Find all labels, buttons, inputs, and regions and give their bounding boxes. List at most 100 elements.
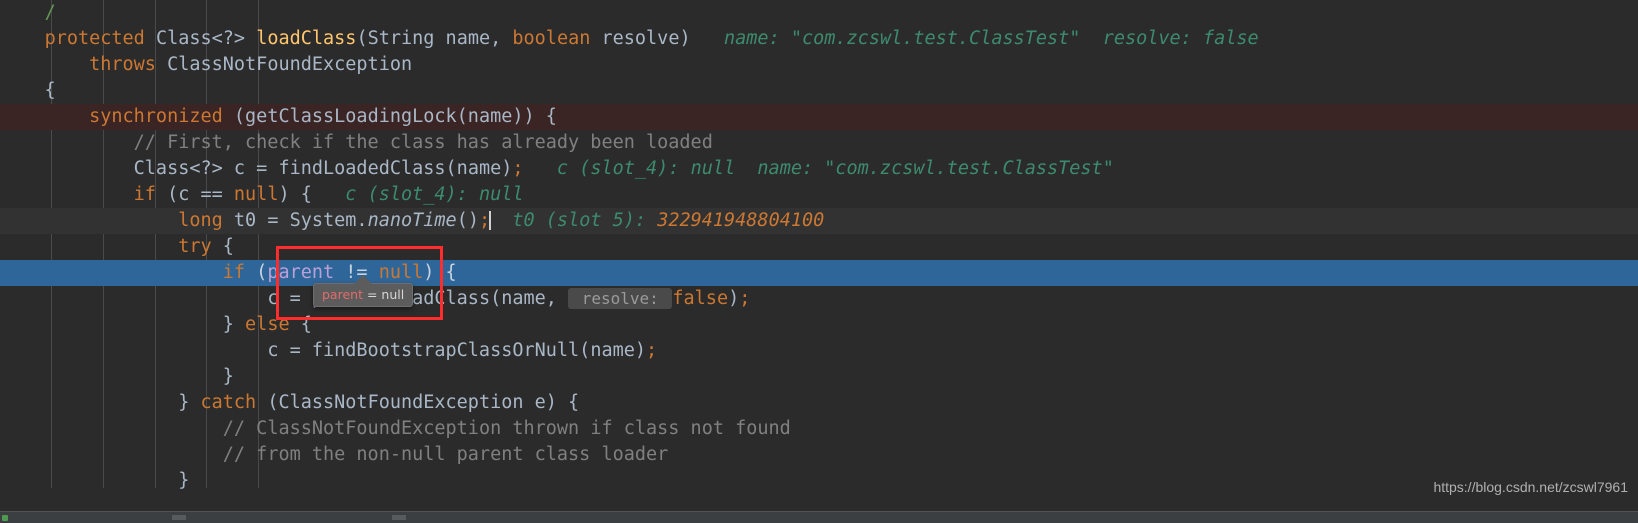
- code-token-punc: [0, 2, 45, 23]
- code-token-punc: [0, 106, 89, 127]
- code-token-punc: [0, 132, 134, 153]
- code-token-punc: [245, 28, 256, 49]
- code-token-italicm: nanoTime: [367, 210, 457, 231]
- code-token-punc: (): [456, 210, 479, 231]
- code-token-punc: (: [356, 28, 368, 49]
- code-line-text: } catch (ClassNotFoundException e) {: [0, 392, 579, 413]
- code-line-text: synchronized (getClassLoadingLock(name))…: [0, 106, 557, 127]
- code-line-text: c = findBootstrapClassOrNull(name);: [0, 340, 657, 361]
- code-line[interactable]: // ClassNotFoundException thrown if clas…: [0, 416, 1638, 442]
- code-line[interactable]: // First, check if the class has already…: [0, 130, 1638, 156]
- code-token-punc: {: [0, 80, 56, 101]
- code-token-kw: if: [222, 262, 246, 283]
- code-token-punc: (: [222, 106, 246, 127]
- code-token-kw: synchronized: [89, 106, 223, 127]
- code-line-text: // from the non-null parent class loader: [0, 444, 669, 465]
- tooltip-value: null: [381, 287, 405, 302]
- code-token-punc: {: [211, 236, 234, 257]
- code-line-text: long t0 = System.nanoTime(); t0 (slot 5)…: [0, 210, 824, 231]
- code-token-punc: [0, 210, 178, 231]
- code-line-text: if (parent != null) {: [0, 262, 457, 283]
- code-line[interactable]: }: [0, 468, 1638, 494]
- code-token-cmt: // First, check if the class has already…: [133, 132, 713, 153]
- code-token-hint: c (slot_4): null name: "com.zcswl.test.C…: [523, 158, 1114, 179]
- code-line[interactable]: } else {: [0, 312, 1638, 338]
- code-line-text: if (c == null) { c (slot_4): null: [0, 184, 524, 205]
- code-token-kw: null: [233, 184, 279, 205]
- code-token-kw: else: [245, 314, 290, 335]
- code-token-kw: false: [672, 288, 729, 309]
- code-token-punc: name,: [434, 28, 513, 49]
- code-editor[interactable]: / protected Class<?> loadClass(String na…: [0, 0, 1638, 523]
- code-line[interactable]: }: [0, 364, 1638, 390]
- code-token-doc: /: [44, 2, 56, 23]
- code-line[interactable]: try {: [0, 234, 1638, 260]
- code-line-text: // First, check if the class has already…: [0, 132, 713, 153]
- code-token-punc: (c ==: [155, 184, 234, 205]
- code-line[interactable]: {: [0, 78, 1638, 104]
- code-token-kw: protected: [44, 28, 145, 49]
- code-token-punc: c =: [222, 158, 279, 179]
- code-token-punc: [0, 262, 223, 283]
- code-line[interactable]: Class<?> c = findLoadedClass(name); c (s…: [0, 156, 1638, 182]
- code-line-text: throws ClassNotFoundException: [0, 54, 412, 75]
- code-line[interactable]: if (parent != null) {: [0, 260, 1638, 286]
- code-token-kw: catch: [200, 392, 257, 413]
- code-token-punc: [0, 418, 223, 439]
- code-lines[interactable]: / protected Class<?> loadClass(String na…: [0, 0, 1638, 523]
- code-token-punc: c = findBootstrapClassOrNull(name): [267, 340, 647, 361]
- tooltip-arrow-icon: [354, 275, 372, 284]
- code-line[interactable]: throws ClassNotFoundException: [0, 52, 1638, 78]
- code-token-kw: if: [133, 184, 156, 205]
- code-line-text: }: [0, 366, 234, 387]
- code-token-kw: try: [178, 236, 212, 257]
- code-line[interactable]: } catch (ClassNotFoundException e) {: [0, 390, 1638, 416]
- code-token-punc: [0, 236, 178, 257]
- code-token-punc: [145, 28, 156, 49]
- code-token-punc: ) {: [278, 184, 312, 205]
- code-token-punc: }: [0, 366, 234, 387]
- code-token-cmt: // ClassNotFoundException thrown if clas…: [222, 418, 791, 439]
- code-token-kw: boolean: [512, 28, 591, 49]
- code-token-hint: name: "com.zcswl.test.ClassTest" resolve…: [690, 28, 1259, 49]
- code-token-punc: t0 = System.: [222, 210, 368, 231]
- code-token-punc: ): [728, 288, 740, 309]
- code-line-text: protected Class<?> loadClass(String name…: [0, 28, 1259, 49]
- code-line[interactable]: protected Class<?> loadClass(String name…: [0, 26, 1638, 52]
- code-line-text: /: [0, 2, 56, 23]
- code-token-punc: (ClassNotFoundException e) {: [256, 392, 580, 413]
- code-line[interactable]: synchronized (getClassLoadingLock(name))…: [0, 104, 1638, 130]
- code-token-punc: [0, 288, 267, 309]
- status-indicator-icon: [2, 515, 8, 521]
- code-token-semi: ;: [739, 288, 751, 309]
- code-token-field: parent: [267, 262, 335, 283]
- code-line[interactable]: long t0 = System.nanoTime(); t0 (slot 5)…: [0, 208, 1638, 234]
- tooltip-variable-name: parent: [322, 287, 363, 302]
- code-token-kw: null: [378, 262, 424, 283]
- code-token-punc: (: [245, 262, 268, 283]
- code-token-kw: long: [178, 210, 223, 231]
- code-line[interactable]: c = findBootstrapClassOrNull(name);: [0, 338, 1638, 364]
- code-token-hintnum: 322941948804100: [657, 210, 825, 231]
- code-token-chip: resolve:: [568, 288, 673, 309]
- code-line[interactable]: c = parent.loadClass(name, resolve: fals…: [0, 286, 1638, 312]
- status-bar[interactable]: [0, 511, 1638, 523]
- code-token-cmt: // from the non-null parent class loader: [222, 444, 669, 465]
- code-token-punc: [0, 158, 134, 179]
- code-token-punc: [0, 444, 223, 465]
- code-token-type: Class<?>: [133, 158, 223, 179]
- code-token-kw: throws: [89, 54, 156, 75]
- code-line-text: Class<?> c = findLoadedClass(name); c (s…: [0, 158, 1114, 179]
- code-line[interactable]: if (c == null) { c (slot_4): null: [0, 182, 1638, 208]
- watermark-url: https://blog.csdn.net/zcswl7961: [1433, 479, 1628, 495]
- code-token-punc: [0, 28, 45, 49]
- code-token-punc: resolve): [590, 28, 691, 49]
- code-token-punc: }: [0, 314, 246, 335]
- code-line-text: // ClassNotFoundException thrown if clas…: [0, 418, 791, 439]
- code-line[interactable]: // from the non-null parent class loader: [0, 442, 1638, 468]
- code-token-punc: c =: [267, 288, 312, 309]
- code-token-hint: t0 (slot 5):: [490, 210, 658, 231]
- code-token-punc: {: [289, 314, 312, 335]
- code-token-type: String: [367, 28, 435, 49]
- code-line[interactable]: /: [0, 0, 1638, 26]
